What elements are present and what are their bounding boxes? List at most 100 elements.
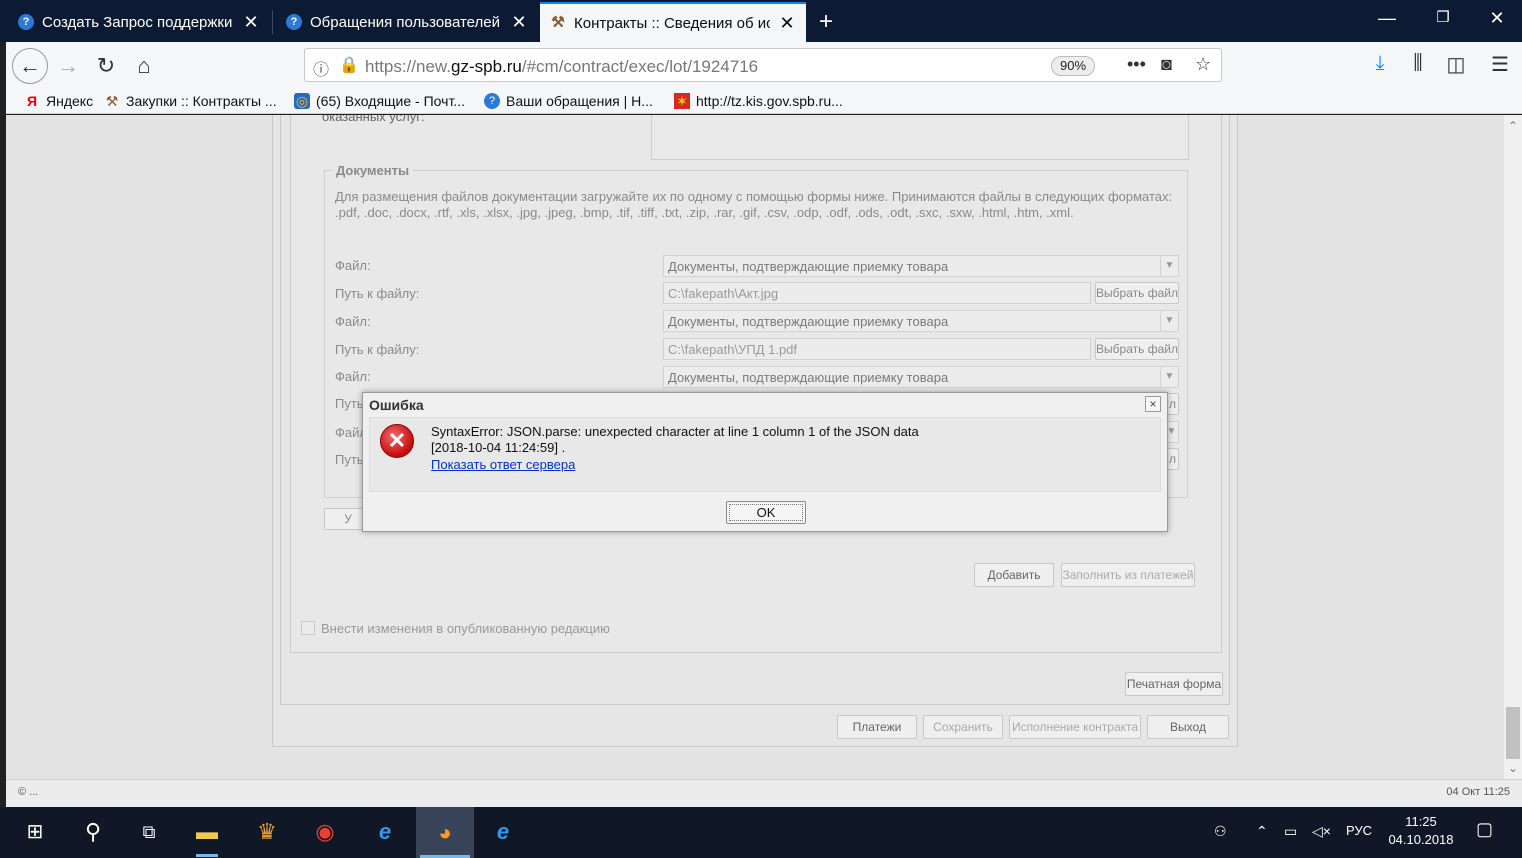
save-button[interactable]: Сохранить [923,715,1003,739]
file-type-select[interactable]: Документы, подтверждающие приемку товара… [663,255,1179,277]
clock-date: 04.10.2018 [1388,832,1454,847]
file-explorer-icon[interactable]: ▬ [192,817,222,857]
file-type-value: Документы, подтверждающие приемку товара [668,314,949,329]
url-bar[interactable]: ⓘ 🔒 https://new.gz-spb.ru/#cm/contract/e… [304,48,1222,82]
print-form-button[interactable]: Печатная форма [1125,672,1223,696]
restore-icon[interactable]: ❐ [1428,8,1458,26]
yandex-icon: Я [26,93,38,109]
pocket-icon[interactable]: ◙ [1161,54,1172,75]
library-icon[interactable]: ⫼ [1404,52,1432,75]
ok-button[interactable]: OK [726,501,806,524]
bookmark-yandex[interactable]: Я Яндекс [24,93,93,109]
dialog-title: Ошибка [369,397,424,413]
file-type-select[interactable]: Документы, подтверждающие приемку товара… [663,310,1179,332]
app-icon[interactable]: ♛ [252,817,282,847]
show-hidden-icons[interactable]: ⌃ [1256,823,1268,840]
choose-file-button[interactable]: Выбрать файл [1095,282,1179,304]
clock[interactable]: 11:25 04.10.2018 [1388,813,1454,849]
bookmark-label: http://tz.kis.gov.spb.ru... [696,93,843,109]
error-message: SyntaxError: JSON.parse: unexpected char… [431,424,919,456]
back-icon[interactable]: ← [12,48,48,84]
reload-icon[interactable]: ↻ [92,52,120,80]
show-server-response-link[interactable]: Показать ответ сервера [431,457,575,472]
tab-create-support-request[interactable]: ? Создать Запрос поддержки - ✕ [8,2,270,42]
exit-button[interactable]: Выход [1147,715,1229,739]
menu-icon[interactable]: ☰ [1486,52,1514,77]
bookmark-star-icon[interactable]: ☆ [1195,54,1211,75]
fill-from-payments-button[interactable]: Заполнить из платежей [1061,563,1195,587]
lock-icon: 🔒 [339,57,359,74]
tab-title: Создать Запрос поддержки - [42,13,234,31]
chevron-down-icon[interactable]: ▼ [1160,367,1178,387]
url-domain: gz-spb.ru [451,57,522,76]
error-icon: ✕ [380,424,414,458]
home-icon[interactable]: ⌂ [130,52,158,80]
forward-icon[interactable]: → [54,52,82,80]
status-bar: © ... 04 Окт 11:25 [6,779,1522,807]
error-message-line: SyntaxError: JSON.parse: unexpected char… [431,424,919,439]
help-icon: ? [18,14,34,30]
network-icon[interactable]: ▭ [1284,823,1297,840]
url-prefix: https://new. [365,57,451,76]
mail-icon: ◎ [294,93,310,109]
zoom-indicator[interactable]: 90% [1051,56,1096,76]
downloads-icon[interactable]: ⤓ [1366,52,1394,75]
bookmark-tz-kis[interactable]: ✶ http://tz.kis.gov.spb.ru... [674,93,843,109]
status-left: © ... [18,786,39,798]
bookmark-requests[interactable]: ? Ваши обращения | Н... [484,93,653,109]
file-type-value: Документы, подтверждающие приемку товара [668,370,949,385]
add-button[interactable]: Добавить [974,563,1054,587]
taskbar: ⊞ ⚲ ⧉ ▬ ♛ ◉ e ◕ e ⚇ ⌃ ▭ ◁× РУС 11:25 04.… [0,807,1522,858]
search-icon[interactable]: ⚲ [78,817,108,847]
bookmark-label: (65) Входящие - Почт... [316,93,465,109]
minimize-icon[interactable]: — [1372,8,1402,29]
scroll-down-icon[interactable]: ⌄ [1504,761,1522,775]
close-tab-icon[interactable]: ✕ [510,12,528,33]
file-type-select[interactable]: Документы, подтверждающие приемку товара… [663,366,1179,388]
bookmark-inbox[interactable]: ◎ (65) Входящие - Почт... [294,93,465,109]
notifications-icon[interactable]: ▢ [1476,819,1493,840]
edge-icon[interactable]: e [488,817,518,847]
bookmark-zakupki[interactable]: ⚒ Закупки :: Контракты ... [104,93,277,109]
scroll-up-icon[interactable]: ⌃ [1504,119,1522,133]
task-view-icon[interactable]: ⧉ [134,817,164,847]
url-text[interactable]: https://new.gz-spb.ru/#cm/contract/exec/… [365,57,758,77]
contract-execution-button[interactable]: Исполнение контракта [1009,715,1141,739]
firefox-icon[interactable]: ◕ [416,807,474,858]
internet-explorer-icon[interactable]: e [370,817,400,847]
people-icon[interactable]: ⚇ [1214,823,1227,840]
clock-time: 11:25 [1405,814,1437,829]
path-label: Путь [335,452,364,467]
close-tab-icon[interactable]: ✕ [242,12,260,33]
chevron-down-icon[interactable]: ▼ [1160,311,1178,331]
language-indicator[interactable]: РУС [1346,823,1372,838]
bookmarks-bar: Я Яндекс ⚒ Закупки :: Контракты ... ◎ (6… [6,90,1522,114]
services-textarea[interactable] [651,115,1189,160]
tab-bar: ? Создать Запрос поддержки - ✕ ? Обращен… [0,0,1522,42]
new-tab-icon[interactable]: + [812,8,840,36]
vertical-scrollbar[interactable]: ⌃ ⌄ [1504,115,1522,779]
page-actions-icon[interactable]: ••• [1127,54,1146,75]
publish-changes-label: Внести изменения в опубликованную редакц… [321,621,610,636]
tab-user-requests[interactable]: ? Обращения пользователей А ✕ [276,2,538,42]
scroll-thumb[interactable] [1506,707,1520,759]
url-suffix: /#cm/contract/exec/lot/1924716 [521,57,759,76]
chrome-icon[interactable]: ◉ [310,817,340,847]
info-icon[interactable]: ⓘ [313,56,329,80]
payments-button[interactable]: Платежи [837,715,917,739]
chevron-down-icon[interactable]: ▼ [1160,256,1178,276]
publish-changes-checkbox[interactable] [301,621,315,635]
windows-start-icon[interactable]: ⊞ [20,817,50,847]
emblem-icon: ✶ [674,93,690,109]
close-icon[interactable]: × [1145,396,1161,412]
close-tab-icon[interactable]: ✕ [778,13,796,34]
sidebar-icon[interactable]: ◫ [1442,52,1470,77]
choose-file-button[interactable]: Выбрать файл [1095,338,1179,360]
file-path-input[interactable]: C:\fakepath\Акт.jpg [663,282,1091,304]
close-window-icon[interactable]: ✕ [1482,8,1512,29]
volume-icon[interactable]: ◁× [1312,823,1331,840]
file-path-input[interactable]: C:\fakepath\УПД 1.pdf [663,338,1091,360]
tab-separator [272,10,273,34]
error-dialog: Ошибка × ✕ SyntaxError: JSON.parse: unex… [362,392,1168,532]
tab-contracts[interactable]: ⚒ Контракты :: Сведения об исп ✕ [540,2,806,42]
